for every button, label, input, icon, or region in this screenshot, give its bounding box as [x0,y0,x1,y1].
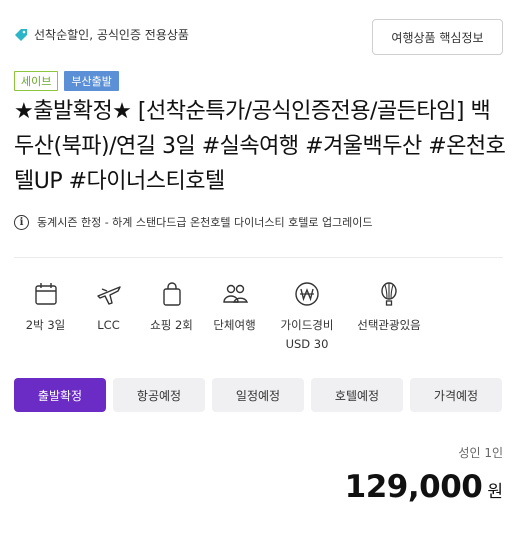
product-title: ★출발확정★ [선착순특가/공식인증전용/골든타임] 백두산(북파)/연길 3일… [14,99,506,194]
feature-optional-tour: 선택관광있음 [348,279,430,354]
tab-itinerary-pending[interactable]: 일정예정 [212,378,304,412]
promo-text: 선착순할인, 공식인증 전용상품 [34,28,189,42]
feature-label: 2박 3일 [25,318,66,332]
season-notice: i 동계시즌 한정 - 하계 스탠다드급 온천호텔 다이너스티 호텔로 업그레이… [14,214,373,230]
tag-icon [14,28,28,42]
shopping-bag-icon [162,282,181,306]
price-block: 성인 1인 129,000 원 [345,444,503,505]
tab-hotel-pending[interactable]: 호텔예정 [311,378,403,412]
feature-airline: LCC [77,279,140,354]
info-icon: i [14,214,29,230]
tab-departure-confirmed[interactable]: 출발확정 [14,378,106,412]
top-bar: 선착순할인, 공식인증 전용상품 여행상품 핵심정보 [14,14,503,55]
calendar-icon [34,283,57,305]
feature-duration: 2박 3일 [14,279,77,354]
feature-shopping: 쇼핑 2회 [140,279,203,354]
feature-label: 가이드경비 [280,318,334,332]
badge-group: 세이브 부산출발 [14,71,119,91]
departure-badge: 부산출발 [64,71,119,91]
feature-group: 단체여행 [203,279,266,354]
feature-label: LCC [97,318,120,332]
group-icon [222,284,248,303]
notice-text: 동계시즌 한정 - 하계 스탠다드급 온천호텔 다이너스티 호텔로 업그레이드 [37,216,373,229]
feature-label: 쇼핑 2회 [150,318,193,332]
airplane-icon [96,286,121,305]
feature-label: 단체여행 [213,318,256,332]
save-badge: 세이브 [14,71,59,91]
won-icon [295,282,319,306]
tab-price-pending[interactable]: 가격예정 [410,378,502,412]
divider [14,257,503,258]
key-info-button[interactable]: 여행상품 핵심정보 [372,19,503,55]
feature-list: 2박 3일 LCC 쇼핑 2회 단체여행 가이드경비 USD 30 선택관광있음 [14,279,492,354]
promo-line: 선착순할인, 공식인증 전용상품 [14,26,189,43]
price-amount: 129,000 [344,469,483,505]
tab-flight-pending[interactable]: 항공예정 [113,378,205,412]
feature-guide-fee: 가이드경비 USD 30 [266,279,348,354]
feature-label: 선택관광있음 [357,318,421,332]
feature-label-group: 가이드경비 USD 30 [281,316,334,354]
status-tabs: 출발확정 항공예정 일정예정 호텔예정 가격예정 [14,378,502,412]
feature-sub-label: USD 30 [285,337,329,351]
balloon-icon [381,282,397,306]
price-row: 129,000 원 [345,469,503,505]
per-person-label: 성인 1인 [458,446,503,460]
price-currency: 원 [487,482,503,502]
